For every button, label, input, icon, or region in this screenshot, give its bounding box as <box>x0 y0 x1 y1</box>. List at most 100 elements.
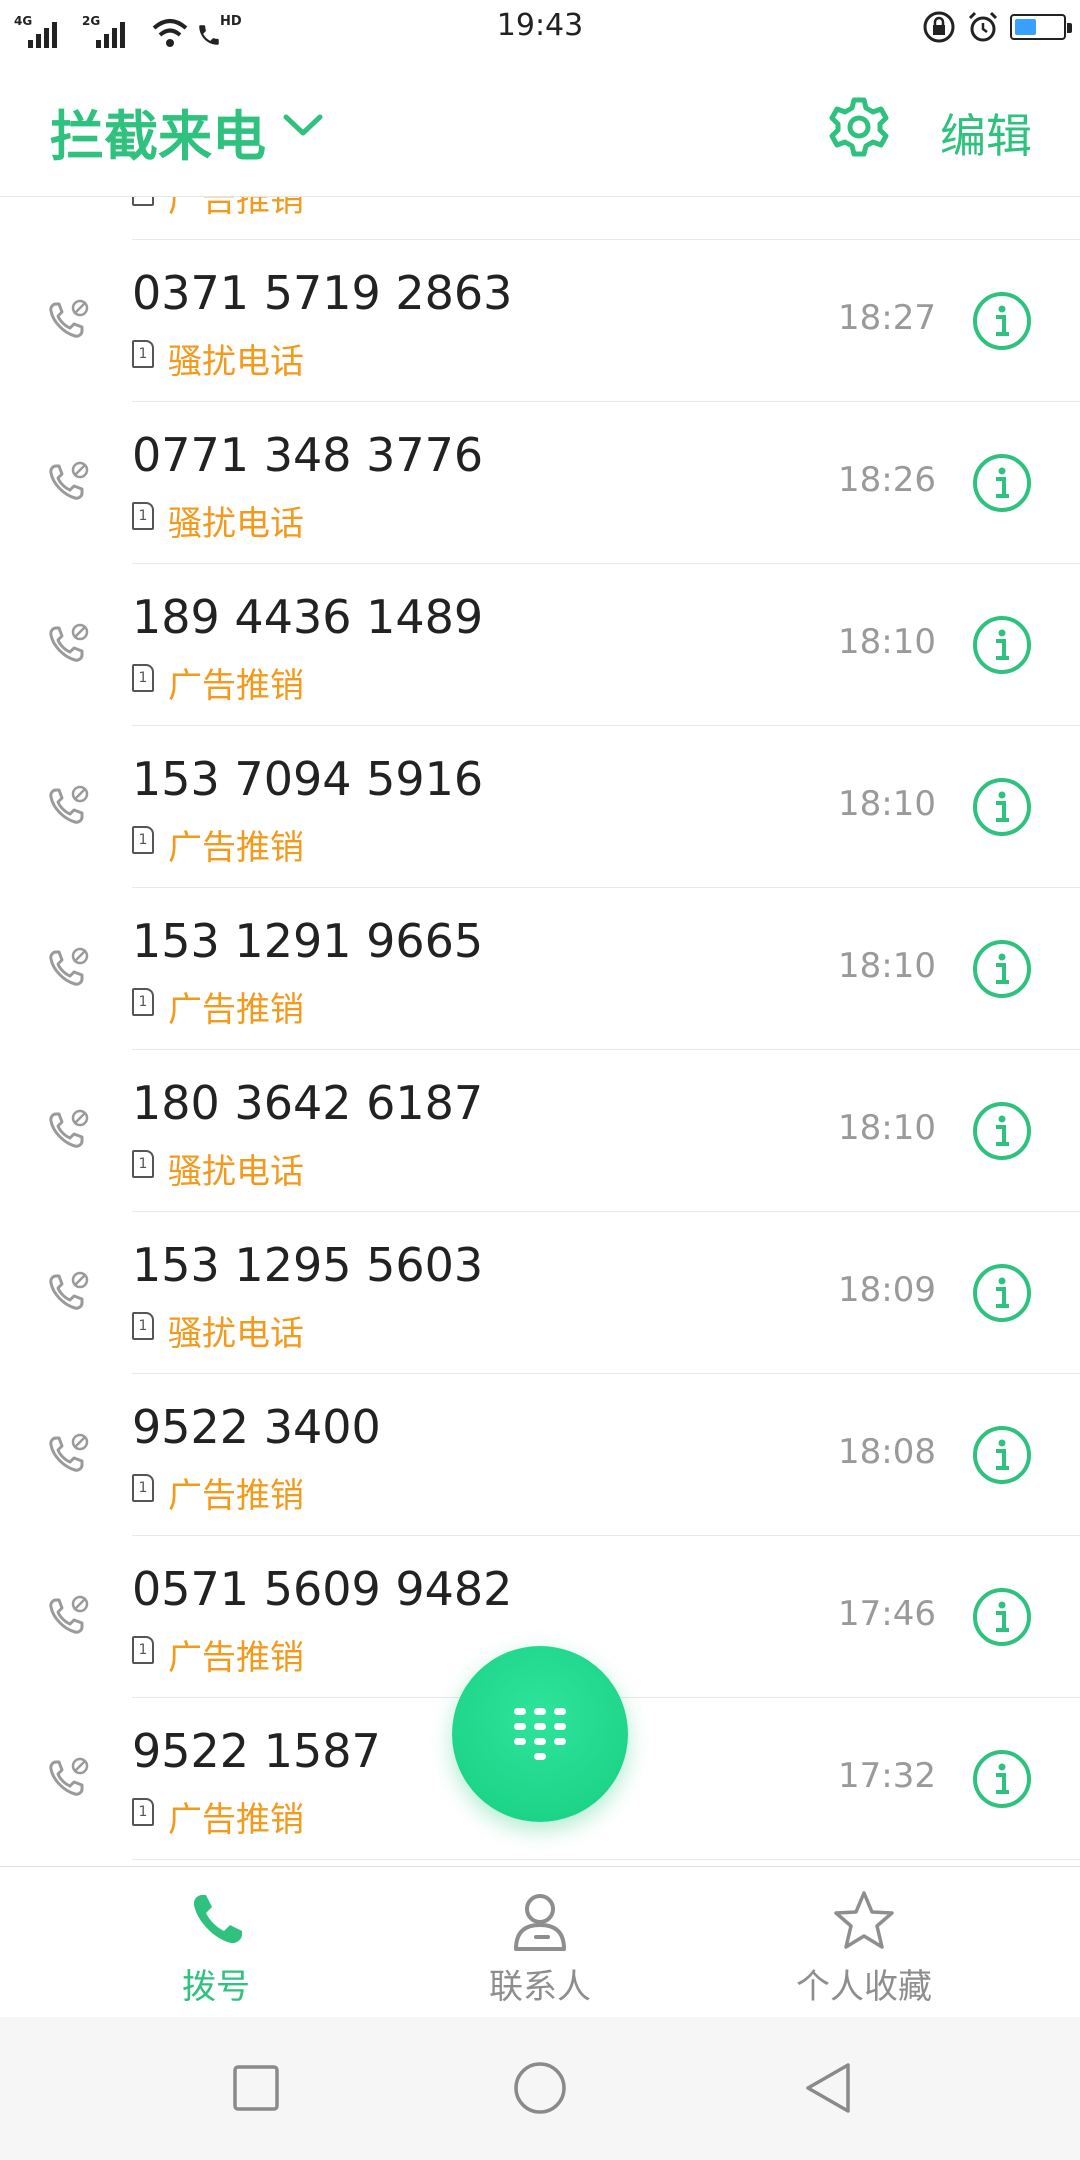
chevron-down-icon[interactable] <box>280 102 326 148</box>
call-row[interactable]: 0771 348 3776 1 骚扰电话 18:26 <box>0 402 1080 564</box>
info-icon[interactable] <box>972 1749 1032 1809</box>
info-icon[interactable] <box>972 615 1032 675</box>
status-time: 19:43 <box>496 8 584 43</box>
blocked-call-icon <box>49 1109 89 1148</box>
sim-card-icon: 1 <box>132 1474 154 1502</box>
rotation-lock-icon <box>923 11 955 43</box>
status-right-icons <box>922 10 1072 44</box>
nav-favorites-label: 个人收藏 <box>796 1967 932 2007</box>
star-icon <box>834 1891 894 1949</box>
call-tag: 广告推销 <box>168 1638 304 1678</box>
phone-number: 9522 3400 <box>132 1400 381 1454</box>
phone-number: 153 1295 5603 <box>132 1238 484 1292</box>
status-bar: 4G 2G HD 19:43 <box>0 0 1080 58</box>
info-icon[interactable] <box>972 939 1032 999</box>
phone-number: 0771 348 3776 <box>132 428 484 482</box>
nav-contacts-label: 联系人 <box>489 1967 591 2007</box>
battery-icon <box>1010 14 1072 40</box>
blocked-call-icon <box>49 623 89 662</box>
sim-card-icon: 1 <box>132 340 154 368</box>
info-icon[interactable] <box>972 1263 1032 1323</box>
call-time: 18:10 <box>838 1108 936 1148</box>
call-row[interactable]: 153 1291 9665 1 广告推销 18:10 <box>0 888 1080 1050</box>
info-icon[interactable] <box>972 1425 1032 1485</box>
blocked-call-icon <box>49 947 89 986</box>
call-tag: 广告推销 <box>168 1800 304 1840</box>
call-tag: 骚扰电话 <box>168 1314 304 1354</box>
call-tag: 广告推销 <box>168 196 304 220</box>
call-time: 17:46 <box>838 1594 936 1634</box>
call-tag: 骚扰电话 <box>168 342 304 382</box>
dialpad-button[interactable] <box>452 1646 628 1822</box>
info-icon[interactable] <box>972 453 1032 513</box>
home-circle-icon[interactable] <box>512 2060 568 2116</box>
blocked-call-list[interactable]: 1 广告推销 18:27 0371 5719 2863 1 骚扰电话 18:27 <box>0 196 1080 1866</box>
call-time: 18:26 <box>838 460 936 500</box>
nav-favorites[interactable]: 个人收藏 <box>684 1867 1044 2017</box>
info-icon[interactable] <box>972 1101 1032 1161</box>
call-row[interactable]: 9522 3400 1 广告推销 18:08 <box>0 1374 1080 1536</box>
blocked-call-icon <box>49 785 89 824</box>
nav-contacts[interactable]: 联系人 <box>360 1867 720 2017</box>
page-title[interactable]: 拦截来电 <box>50 92 266 171</box>
call-tag: 骚扰电话 <box>168 1152 304 1192</box>
sim-card-icon: 1 <box>132 1798 154 1826</box>
system-navigation-bar <box>0 2016 1080 2160</box>
call-time: 17:32 <box>838 1756 936 1796</box>
call-tag: 广告推销 <box>168 1476 304 1516</box>
info-icon[interactable] <box>972 1587 1032 1647</box>
edit-button[interactable]: 编辑 <box>940 100 1032 166</box>
blocked-call-icon <box>49 1595 89 1634</box>
sim-card-icon: 1 <box>132 1636 154 1664</box>
nav-dial-label: 拨号 <box>182 1967 250 2007</box>
sim-card-icon: 1 <box>132 664 154 692</box>
sim-card-icon: 1 <box>132 196 154 206</box>
phone-number: 180 3642 6187 <box>132 1076 484 1130</box>
call-row[interactable]: 189 4436 1489 1 广告推销 18:10 <box>0 564 1080 726</box>
bottom-navigation: 拨号 联系人 个人收藏 <box>0 1866 1080 2017</box>
blocked-call-icon <box>49 461 89 500</box>
call-row[interactable]: 180 3642 6187 1 骚扰电话 18:10 <box>0 1050 1080 1212</box>
call-tag: 骚扰电话 <box>168 504 304 544</box>
call-time: 18:10 <box>838 946 936 986</box>
blocked-call-icon <box>49 1757 89 1796</box>
call-time: 18:08 <box>838 1432 936 1472</box>
blocked-call-icon <box>49 1271 89 1310</box>
info-icon[interactable] <box>972 291 1032 351</box>
blocked-call-icon <box>49 1433 89 1472</box>
gear-icon[interactable] <box>826 94 892 160</box>
call-time: 18:10 <box>838 784 936 824</box>
sim-card-icon: 1 <box>132 1150 154 1178</box>
sim-card-icon: 1 <box>132 1312 154 1340</box>
call-tag: 广告推销 <box>168 828 304 868</box>
call-row[interactable]: 1 广告推销 18:27 <box>0 196 1080 240</box>
call-time: 18:09 <box>838 1270 936 1310</box>
call-row[interactable]: 153 7094 5916 1 广告推销 18:10 <box>0 726 1080 888</box>
nav-dial[interactable]: 拨号 <box>36 1867 396 2017</box>
call-time: 18:27 <box>838 298 936 338</box>
blocked-calls-screen: 4G 2G HD 19:43 拦截来电 编辑 广告推销 0371 5719 28… <box>0 0 1080 2160</box>
call-row[interactable]: 0371 5719 2863 1 骚扰电话 18:27 <box>0 240 1080 402</box>
info-icon[interactable] <box>972 777 1032 837</box>
row-divider <box>132 1859 1080 1860</box>
phone-icon <box>193 1895 242 1944</box>
phone-number: 189 4436 1489 <box>132 590 484 644</box>
sim-card-icon: 1 <box>132 988 154 1016</box>
call-time: 18:10 <box>838 622 936 662</box>
dialpad-icon <box>514 1708 566 1760</box>
app-header: 拦截来电 编辑 <box>0 58 1080 197</box>
blocked-call-icon <box>49 299 89 338</box>
call-row[interactable]: 153 1295 5603 1 骚扰电话 18:09 <box>0 1212 1080 1374</box>
call-tag: 广告推销 <box>168 666 304 706</box>
phone-number: 153 1291 9665 <box>132 914 484 968</box>
person-icon <box>514 1894 566 1951</box>
phone-number: 153 7094 5916 <box>132 752 484 806</box>
phone-number: 0571 5609 9482 <box>132 1562 513 1616</box>
recents-square-icon[interactable] <box>228 2060 284 2116</box>
phone-number: 9522 1587 <box>132 1724 381 1778</box>
call-tag: 广告推销 <box>168 990 304 1030</box>
alarm-icon <box>968 11 998 42</box>
back-triangle-icon[interactable] <box>800 2060 856 2116</box>
sim-card-icon: 1 <box>132 502 154 530</box>
sim-card-icon: 1 <box>132 826 154 854</box>
